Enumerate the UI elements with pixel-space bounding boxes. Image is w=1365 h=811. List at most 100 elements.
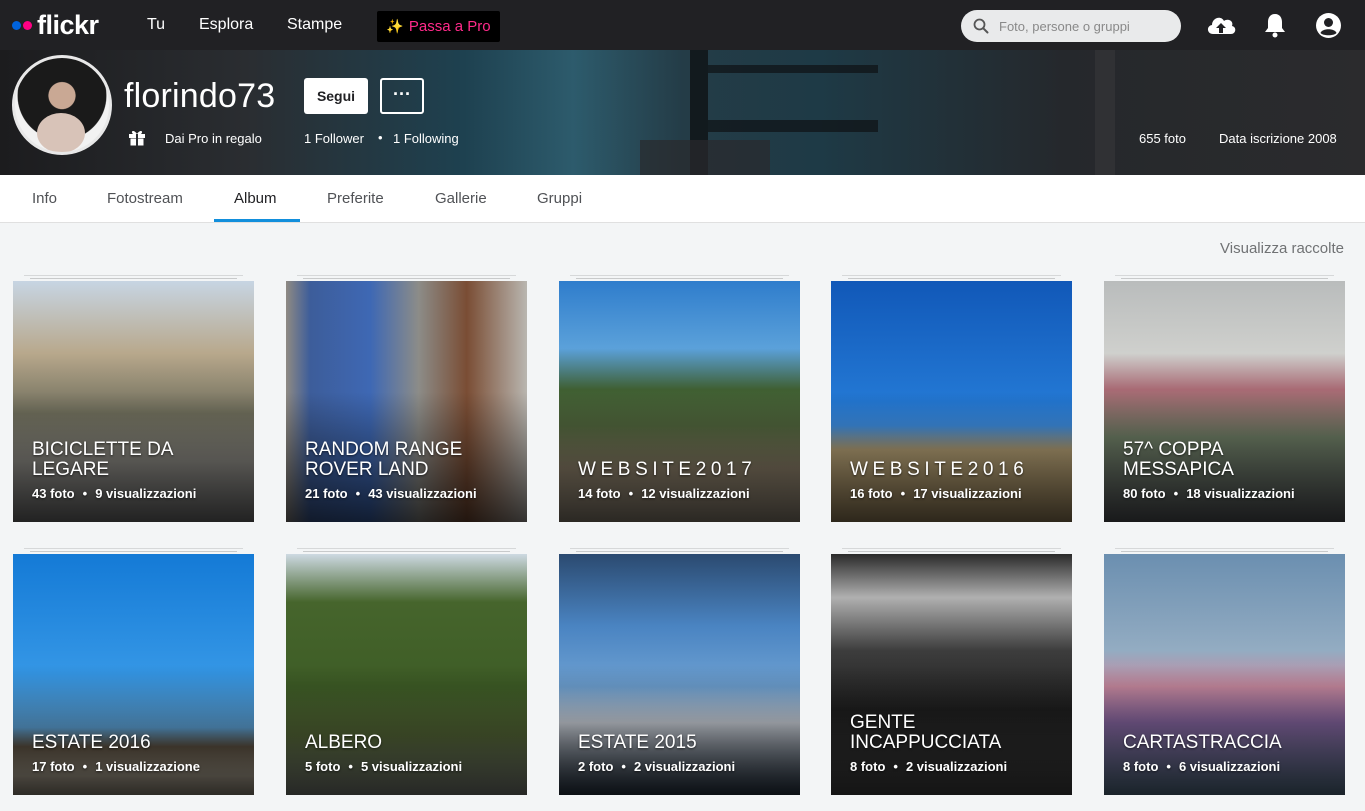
album-stats: 16 foto • 17 visualizzazioni <box>850 486 1022 501</box>
album-overlay <box>559 392 800 522</box>
more-options-button[interactable]: ··· <box>380 78 424 114</box>
stats-separator: • <box>82 759 88 774</box>
logo-pink-dot <box>23 20 32 30</box>
album-view-count: 43 visualizzazioni <box>368 486 477 501</box>
search-icon <box>973 18 989 34</box>
nav-link-tu[interactable]: Tu <box>147 16 165 34</box>
album-card[interactable]: Albero 5 foto • 5 visualizzazioni <box>286 554 527 795</box>
stats-separator: • <box>1173 486 1179 501</box>
album-stats: 5 foto • 5 visualizzazioni <box>305 759 462 774</box>
album-stack-edge <box>303 551 510 552</box>
bell-icon[interactable] <box>1264 12 1286 38</box>
join-date: Data iscrizione 2008 <box>1219 131 1337 146</box>
album-title: Albero <box>305 732 383 753</box>
separator-dot: • <box>378 130 383 145</box>
album-view-count: 1 visualizzazione <box>95 759 200 774</box>
gift-pro-link[interactable]: Dai Pro in regalo <box>165 131 262 146</box>
flickr-logo[interactable]: flickr <box>12 10 99 40</box>
album-stack-edge <box>297 548 516 549</box>
album-view-count: 5 visualizzazioni <box>360 759 463 774</box>
album-stack-edge <box>576 551 783 552</box>
album-card[interactable]: Biciclette da legare 43 foto • 9 visualizz… <box>13 281 254 522</box>
top-navigation-bar: flickr Tu Esplora Stampe ✨ Passa a Pro <box>0 0 1365 50</box>
album-view-count: 2 visualizzazioni <box>633 759 736 774</box>
album-photo-count: 16 foto <box>850 486 893 501</box>
cover-shape <box>708 65 878 73</box>
nav-link-esplora[interactable]: Esplora <box>199 16 253 34</box>
album-overlay <box>13 665 254 795</box>
album-stack-edge <box>24 275 243 276</box>
album-card[interactable]: WEBSITE2016 16 foto • 17 visualizzazioni <box>831 281 1072 522</box>
album-stack-edge <box>1121 278 1328 279</box>
album-title: Random range rover land <box>305 439 463 480</box>
following-link[interactable]: 1 Following <box>393 131 459 146</box>
album-card[interactable]: 57^ coppa messapica 80 foto • 18 visualizz… <box>1104 281 1345 522</box>
album-stack-edge <box>24 548 243 549</box>
album-stats: 43 foto • 9 visualizzazioni <box>32 486 196 501</box>
album-stack-edge <box>576 278 783 279</box>
upload-cloud-icon[interactable] <box>1205 12 1237 38</box>
stats-separator: • <box>621 759 626 774</box>
album-overlay <box>286 665 527 795</box>
album-stack-edge <box>303 278 510 279</box>
profile-avatar[interactable] <box>12 55 112 155</box>
nav-link-stampe[interactable]: Stampe <box>287 16 342 34</box>
album-title: WEBSITE2017 <box>578 459 757 480</box>
album-view-count: 9 visualizzazioni <box>95 486 197 501</box>
album-stack-edge <box>297 275 516 276</box>
tab-album[interactable]: Album <box>234 190 277 207</box>
album-stats: 8 foto • 6 visualizzazioni <box>1123 759 1280 774</box>
album-photo-count: 21 foto <box>305 486 348 501</box>
view-collections-link[interactable]: Visualizza raccolte <box>1220 240 1344 257</box>
album-photo-count: 5 foto <box>305 759 341 774</box>
album-photo-count: 80 foto <box>1123 486 1166 501</box>
stats-separator: • <box>628 486 634 501</box>
logo-wordmark: flickr <box>37 10 99 40</box>
tab-info[interactable]: Info <box>32 190 57 207</box>
album-stack-edge <box>848 278 1055 279</box>
sparkle-icon: ✨ <box>386 18 404 34</box>
upgrade-pro-label: Passa a Pro <box>408 18 491 35</box>
search-box[interactable] <box>961 10 1181 42</box>
album-stack-edge <box>1115 275 1334 276</box>
album-card[interactable]: Estate 2015 2 foto • 2 visualizzazioni <box>559 554 800 795</box>
album-overlay <box>559 665 800 795</box>
album-stats: 17 foto • 1 visualizzazione <box>32 759 200 774</box>
followers-link[interactable]: 1 Follower <box>304 131 364 146</box>
photo-count: 655 foto <box>1139 131 1186 146</box>
album-card[interactable]: Random range rover land 21 foto • 43 visua… <box>286 281 527 522</box>
album-stack-edge <box>842 548 1061 549</box>
album-photo-count: 17 foto <box>32 759 75 774</box>
album-stack-edge <box>1121 551 1328 552</box>
album-stats: 2 foto • 2 visualizzazioni <box>578 759 735 774</box>
upgrade-pro-button[interactable]: ✨ Passa a Pro <box>377 11 500 42</box>
stats-separator: • <box>1166 759 1171 774</box>
follow-button[interactable]: Segui <box>304 78 368 114</box>
gift-icon[interactable] <box>128 128 146 151</box>
album-view-count: 2 visualizzazioni <box>905 759 1008 774</box>
album-card[interactable]: Gente incappucciata 8 foto • 2 visualizzaz… <box>831 554 1072 795</box>
stats-separator: • <box>348 759 353 774</box>
search-input[interactable] <box>999 18 1169 34</box>
album-card[interactable]: Cartastraccia 8 foto • 6 visualizzazioni <box>1104 554 1345 795</box>
album-overlay <box>831 392 1072 522</box>
album-title: Estate 2016 <box>32 732 151 753</box>
album-view-count: 6 visualizzazioni <box>1178 759 1281 774</box>
stats-separator: • <box>893 759 898 774</box>
album-stack-edge <box>1115 548 1334 549</box>
user-avatar-icon[interactable] <box>1315 12 1342 39</box>
album-card[interactable]: WEBSITE2017 14 foto • 12 visualizzazioni <box>559 281 800 522</box>
album-card[interactable]: Estate 2016 17 foto • 1 visualizzazione <box>13 554 254 795</box>
tab-gallerie[interactable]: Gallerie <box>435 190 487 207</box>
album-stack-edge <box>30 278 237 279</box>
tab-fotostream[interactable]: Fotostream <box>107 190 183 207</box>
album-stack-edge <box>842 275 1061 276</box>
album-title: Gente incappucciata <box>850 712 1002 753</box>
tab-gruppi[interactable]: Gruppi <box>537 190 582 207</box>
cover-shape <box>640 140 770 175</box>
album-stats: 14 foto • 12 visualizzazioni <box>578 486 750 501</box>
album-title: 57^ coppa messapica <box>1123 439 1234 480</box>
tab-preferite[interactable]: Preferite <box>327 190 384 207</box>
album-stats: 80 foto • 18 visualizzazioni <box>1123 486 1295 501</box>
album-overlay <box>1104 665 1345 795</box>
